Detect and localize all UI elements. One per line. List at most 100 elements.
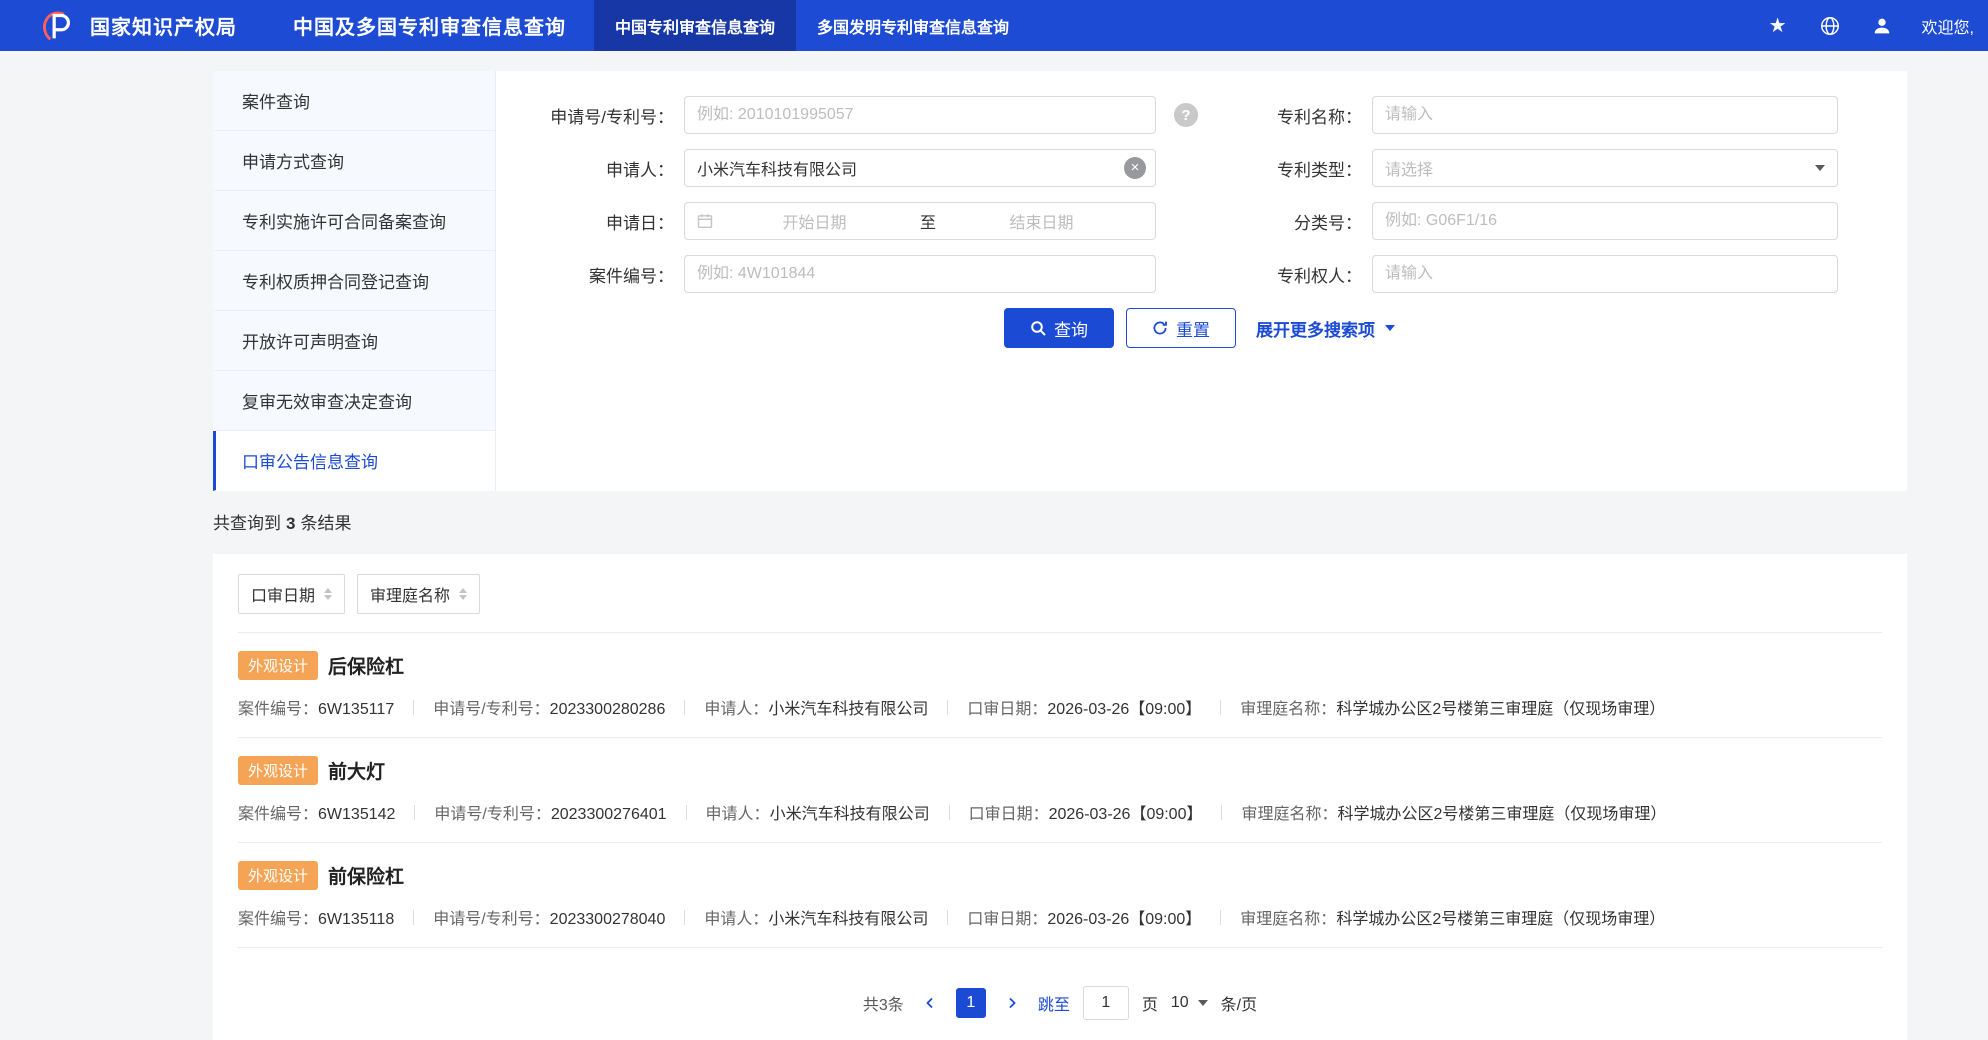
meta-label: 审理庭名称： (1240, 701, 1337, 718)
applicant-label: 申请人： (606, 160, 674, 180)
page-number-button[interactable]: 1 (955, 988, 986, 1018)
page-size-value: 10 (1170, 994, 1189, 1011)
form-row-3: 申请日： 开始日期 至 结束日期 分类号： (496, 202, 1860, 240)
result-title[interactable]: 后保险杠 (328, 652, 404, 679)
tab-china-patent-query[interactable]: 中国专利审查信息查询 (594, 0, 797, 51)
favorite-star-icon[interactable]: ★ (1766, 14, 1790, 38)
page-size-select[interactable]: 10 (1171, 994, 1208, 1012)
pagination-total: 共3条 (862, 997, 904, 1014)
case-number-label: 案件编号： (589, 266, 674, 286)
sidebar-item-pledge-registration-query[interactable]: 专利权质押合同登记查询 (213, 251, 495, 311)
divider (1220, 699, 1222, 715)
patent-type-placeholder: 请选择 (1385, 162, 1434, 179)
form-row-4: 案件编号： 专利权人： (496, 255, 1860, 293)
meta-label: 申请人： (704, 701, 769, 718)
sidebar-item-license-contract-filing-query[interactable]: 专利实施许可合同备案查询 (213, 191, 495, 251)
meta-value: 小米汽车科技有限公司 (768, 701, 929, 718)
end-date-placeholder[interactable]: 结束日期 (940, 209, 1143, 233)
application-date-label: 申请日： (606, 213, 674, 233)
date-separator: 至 (920, 215, 937, 232)
cnipa-logo-icon (38, 7, 76, 45)
divider (685, 804, 687, 820)
patent-type-label: 专利类型： (1277, 160, 1362, 180)
meta-value: 6W135117 (318, 701, 395, 718)
tab-multi-country-query[interactable]: 多国发明专利审查信息查询 (796, 0, 1030, 51)
results-sort-bar: 口审日期 审理庭名称 (238, 554, 1882, 633)
org-name: 国家知识产权局 (90, 17, 237, 39)
classification-label: 分类号： (1294, 213, 1362, 233)
jump-to-page-input[interactable] (1082, 986, 1129, 1020)
application-number-input[interactable] (684, 96, 1156, 134)
search-form: 申请号/专利号： ? 专利名称： 申请人： × 专利类 (496, 71, 1907, 491)
search-button[interactable]: 查询 (1004, 308, 1114, 348)
divider (684, 699, 686, 715)
jump-to-label[interactable]: 跳至 (1038, 991, 1070, 1015)
result-meta: 案件编号：6W135118 申请号/专利号：2023300278040 申请人：… (238, 905, 1882, 929)
start-date-placeholder[interactable]: 开始日期 (713, 209, 916, 233)
result-meta: 案件编号：6W135117 申请号/专利号：2023300280286 申请人：… (238, 695, 1882, 719)
globe-language-icon[interactable] (1818, 14, 1842, 38)
sidebar-item-case-query[interactable]: 案件查询 (213, 71, 495, 131)
next-page-button[interactable] (999, 990, 1025, 1016)
sort-by-hearing-date-button[interactable]: 口审日期 (238, 574, 346, 614)
divider (414, 804, 416, 820)
meta-label: 申请号/专利号： (433, 911, 550, 928)
meta-value: 2023300276401 (550, 806, 667, 823)
meta-label: 申请号/专利号： (434, 806, 551, 823)
meta-value: 6W135118 (318, 911, 395, 928)
search-icon (1030, 320, 1046, 336)
divider (684, 909, 686, 925)
sort-by-tribunal-name-button[interactable]: 审理庭名称 (357, 574, 481, 614)
sidebar-item-application-method-query[interactable]: 申请方式查询 (213, 131, 495, 191)
divider (413, 909, 415, 925)
patent-name-input[interactable] (1372, 96, 1838, 134)
refresh-icon (1152, 320, 1168, 336)
meta-label: 案件编号： (238, 806, 319, 823)
sidebar-item-reexamination-decision-query[interactable]: 复审无效审查决定查询 (213, 371, 495, 431)
meta-label: 申请人： (705, 806, 770, 823)
sidebar-item-open-license-declaration-query[interactable]: 开放许可声明查询 (213, 311, 495, 371)
patentee-label: 专利权人： (1277, 266, 1362, 286)
calendar-icon (697, 213, 713, 229)
patentee-input[interactable] (1372, 255, 1838, 293)
meta-label: 口审日期： (967, 911, 1048, 928)
summary-count: 3 (286, 514, 296, 533)
reset-button[interactable]: 重置 (1126, 308, 1236, 348)
user-account-icon[interactable] (1870, 14, 1894, 38)
chevron-down-icon (1385, 325, 1395, 331)
pagination: 共3条 1 跳至 页 10 条/页 (238, 948, 1882, 1040)
application-number-label: 申请号/专利号： (550, 107, 674, 127)
case-number-input[interactable] (684, 255, 1156, 293)
summary-suffix: 条结果 (300, 514, 352, 533)
applicant-input[interactable] (684, 149, 1156, 187)
sidebar: 案件查询 申请方式查询 专利实施许可合同备案查询 专利权质押合同登记查询 开放许… (213, 71, 496, 491)
result-title[interactable]: 前保险杠 (328, 862, 404, 889)
application-date-range-picker[interactable]: 开始日期 至 结束日期 (684, 202, 1156, 240)
clear-input-icon[interactable]: × (1124, 157, 1146, 179)
per-page-unit-label: 条/页 (1220, 997, 1258, 1014)
divider (947, 699, 949, 715)
meta-label: 案件编号： (238, 911, 319, 928)
expand-more-search-link[interactable]: 展开更多搜索项 (1256, 316, 1395, 341)
meta-value: 2023300280286 (549, 701, 666, 718)
previous-page-button[interactable] (917, 990, 943, 1016)
patent-name-label: 专利名称： (1277, 107, 1362, 127)
meta-value: 科学城办公区2号楼第三审理庭（仅现场审理） (1336, 911, 1666, 928)
results-panel: 口审日期 审理庭名称 外观设计 后保险杠 案件编号：6W135117 申请号/专… (213, 554, 1907, 1040)
meta-value: 2023300278040 (549, 911, 666, 928)
sort-label: 口审日期 (251, 588, 316, 605)
help-icon[interactable]: ? (1174, 103, 1198, 127)
form-actions: 查询 重置 展开更多搜索项 (1004, 308, 1860, 370)
divider (948, 804, 950, 820)
page-unit-label: 页 (1141, 997, 1158, 1014)
classification-input[interactable] (1372, 202, 1838, 240)
sidebar-item-oral-hearing-announcement-query[interactable]: 口审公告信息查询 (213, 431, 495, 491)
meta-label: 口审日期： (967, 701, 1048, 718)
header-actions: ★ 欢迎您, (1766, 14, 1974, 38)
chevron-down-icon (1815, 165, 1825, 171)
patent-type-select[interactable]: 请选择 (1372, 149, 1838, 187)
meta-label: 案件编号： (238, 701, 319, 718)
patent-type-badge: 外观设计 (238, 861, 319, 890)
meta-label: 审理庭名称： (1241, 806, 1338, 823)
result-title[interactable]: 前大灯 (328, 757, 385, 784)
